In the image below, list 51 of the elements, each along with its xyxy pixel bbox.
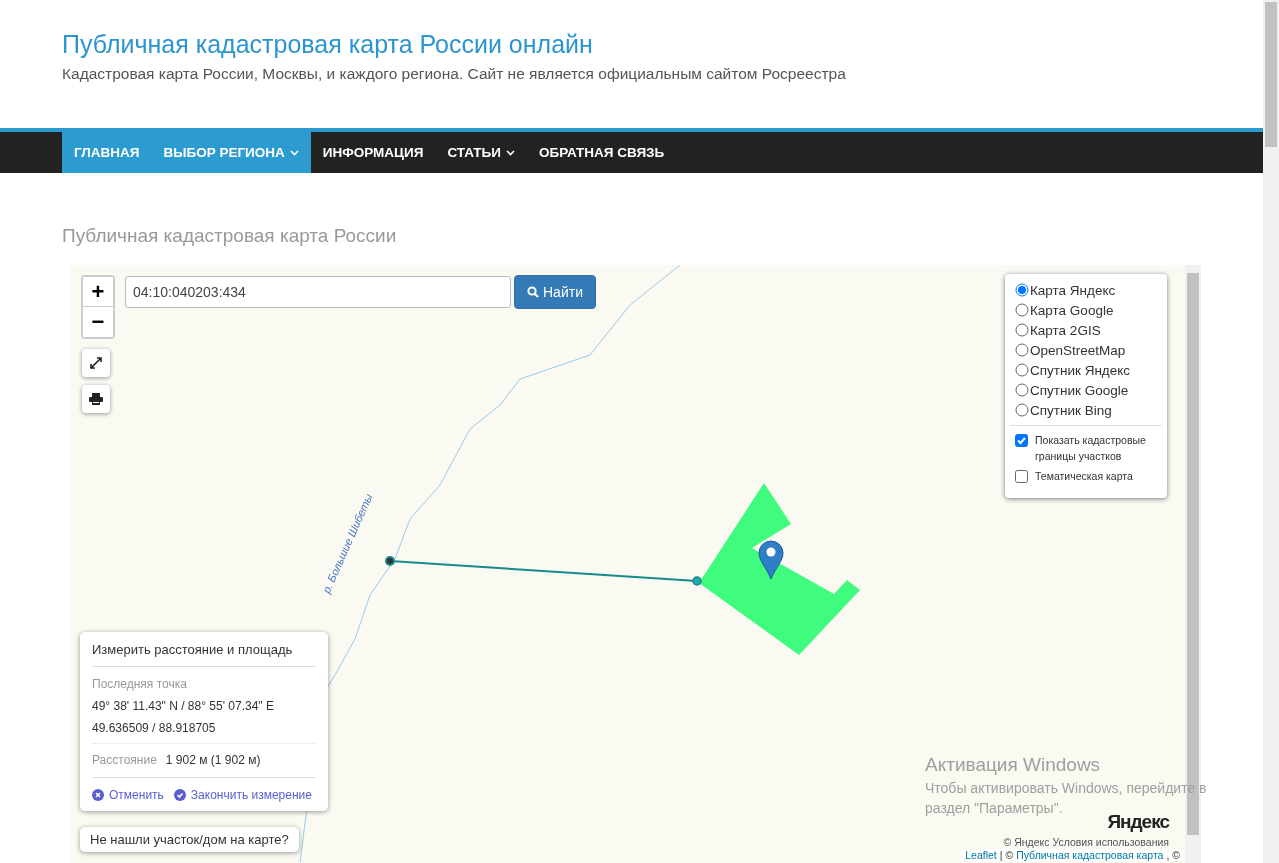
coordinates-decimal: 49.636509 / 88.918705 <box>92 721 217 735</box>
search-field[interactable]: 04:10:040203:434 <box>125 276 511 308</box>
nav-link[interactable]: СТАТЬИ <box>435 132 527 173</box>
site-link[interactable]: Публичная кадастровая карта <box>1016 849 1164 861</box>
overlay-label[interactable]: Тематическая карта <box>1035 468 1133 484</box>
expand-icon <box>90 357 102 369</box>
checkbox[interactable] <box>1015 434 1028 447</box>
checkmark-icon <box>173 789 186 801</box>
printer-icon <box>89 393 103 405</box>
find-button[interactable]: Найти <box>514 275 596 309</box>
zoom-in-button[interactable]: + <box>83 277 113 307</box>
layer-label[interactable]: Спутник Яндекс <box>1030 362 1131 378</box>
layer-label[interactable]: Спутник Bing <box>1030 402 1112 418</box>
cancel-link[interactable]: Отменить <box>92 788 164 802</box>
radio-button[interactable] <box>1015 403 1029 417</box>
attribution-separator: | © <box>999 849 1014 861</box>
nav-link[interactable]: ИНФОРМАЦИЯ <box>310 132 436 173</box>
leaflet-link[interactable]: Leaflet <box>965 849 997 861</box>
radio-button[interactable] <box>1015 363 1029 377</box>
layer-label[interactable]: Карта Яндекс <box>1030 282 1116 298</box>
last-point-label: Последняя точка <box>92 677 188 691</box>
layer-label[interactable]: Спутник Google <box>1030 382 1129 398</box>
search-icon <box>527 286 539 298</box>
overlay-label[interactable]: Показать кадастровые границы участков <box>1035 432 1162 464</box>
radio-button[interactable] <box>1015 383 1029 397</box>
radio-button[interactable] <box>1015 283 1029 297</box>
print-button[interactable] <box>82 385 110 413</box>
distance-value: 1 902 м (1 902 м) <box>165 753 261 767</box>
terms-text: © Яндекс Условия использования <box>1003 836 1169 848</box>
layer-label[interactable]: Карта 2GIS <box>1030 322 1101 338</box>
map-pin-icon[interactable] <box>758 540 784 580</box>
layer-label[interactable]: Карта Google <box>1030 302 1114 318</box>
measure-title: Измерить расстояние и площадь <box>92 632 316 667</box>
radio-button[interactable] <box>1015 343 1029 357</box>
site-subtitle: Кадастровая карта России, Москвы, и каждого региона. Сайт не является официальным сайтом Росреестра <box>62 65 847 83</box>
layer-label[interactable]: OpenStreetMap <box>1030 342 1126 358</box>
coordinates-dms: 49° 38' 11.43" N / 88° 55' 07.34" E <box>92 699 275 713</box>
not-found-button[interactable]: Не нашли участок/дом на карте? <box>80 827 299 852</box>
fullscreen-button[interactable] <box>82 349 110 377</box>
distance-label: Расстояние <box>92 753 157 767</box>
attribution-tail: , © <box>1166 849 1180 861</box>
activation-title: Активация Windows <box>925 754 1102 776</box>
finish-link[interactable]: Закончить измерение <box>173 788 312 802</box>
checkbox[interactable] <box>1015 470 1028 483</box>
page-heading: Публичная кадастровая карта России <box>62 225 398 247</box>
radio-button[interactable] <box>1015 323 1029 337</box>
land-parcel[interactable] <box>699 483 860 655</box>
radio-button[interactable] <box>1015 303 1029 317</box>
close-icon <box>92 789 104 801</box>
nav-link[interactable]: ОБРАТНАЯ СВЯЗЬ <box>526 132 677 173</box>
page-scrollbar[interactable] <box>1263 0 1279 863</box>
